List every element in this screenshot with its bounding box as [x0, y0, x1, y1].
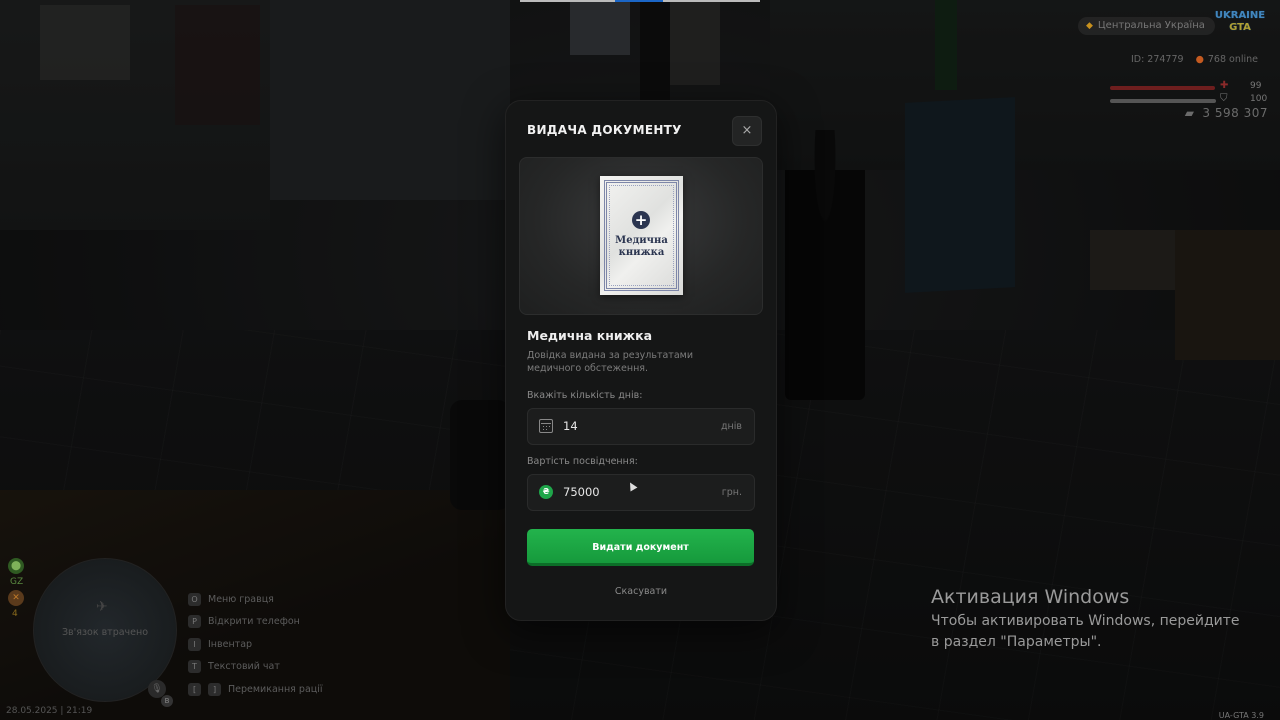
- game-version: UA-GTA 3.9: [1218, 711, 1264, 720]
- mouse-cursor-icon: [626, 480, 638, 492]
- region-badge: ◆ Центральна Україна: [1078, 17, 1215, 35]
- keybind-hints: O Меню гравця P Відкрити телефон I Інвен…: [188, 588, 323, 701]
- keybind-row: T Текстовий чат: [188, 656, 323, 679]
- datetime: 28.05.2025 | 21:19: [6, 706, 93, 716]
- days-value[interactable]: 14: [563, 419, 578, 433]
- health-stat: ✚ 99: [1110, 80, 1265, 94]
- keybind-label: Меню гравця: [208, 593, 274, 605]
- key-cap: [: [188, 682, 201, 696]
- cancel-button[interactable]: Скасувати: [506, 586, 776, 597]
- no-signal-icon: ✈: [96, 599, 108, 615]
- shield-icon: ⛉: [1220, 93, 1228, 104]
- windows-activation-watermark: Активация Windows Чтобы активировать Win…: [931, 585, 1241, 653]
- keybind-row: I Інвентар: [188, 633, 323, 656]
- keybind-label: Інвентар: [208, 638, 253, 650]
- key-cap: ]: [208, 682, 221, 696]
- keybind-label: Перемикання рації: [228, 683, 323, 695]
- issue-document-modal: ВИДАЧА ДОКУМЕНТУ × + Медична книжка Меди…: [505, 100, 777, 621]
- top-progress-bar: [520, 0, 760, 2]
- keybind-row: O Меню гравця: [188, 588, 323, 611]
- days-unit: днів: [720, 421, 742, 432]
- armor-bar: [1110, 99, 1216, 103]
- online-count: 768 online: [1207, 54, 1258, 65]
- document-preview: + Медична книжка: [519, 157, 763, 315]
- medical-cross-icon: +: [632, 211, 650, 229]
- keybind-row: P Відкрити телефон: [188, 611, 323, 634]
- modal-title: ВИДАЧА ДОКУМЕНТУ: [527, 123, 682, 137]
- hryvnia-coin-icon: ₴: [539, 485, 553, 499]
- online-dot-icon: ●: [1195, 54, 1204, 65]
- keybind-label: Текстовий чат: [208, 661, 280, 673]
- price-value[interactable]: 75000: [563, 485, 600, 499]
- days-input[interactable]: 14 днів: [527, 408, 755, 445]
- money-display: ▰ 3 598 307: [1185, 106, 1268, 120]
- days-label: Вкажіть кількість днів:: [527, 390, 643, 401]
- location-pin-icon: ◆: [1086, 21, 1093, 31]
- health-cross-icon: ✚: [1220, 80, 1229, 91]
- wanted-count: 4: [12, 609, 18, 619]
- player-id: ID: 274779: [1130, 54, 1184, 65]
- region-label: Центральна Україна: [1097, 20, 1205, 31]
- health-bar: [1110, 86, 1215, 90]
- key-cap: T: [188, 660, 201, 674]
- armor-value: 100: [1250, 94, 1268, 104]
- price-input[interactable]: ₴ 75000 грн.: [527, 474, 755, 511]
- keybind-label: Відкрити телефон: [208, 616, 300, 628]
- activation-subtitle: Чтобы активировать Windows, перейдите в …: [931, 613, 1240, 650]
- server-logo: UKRAINE GTA: [1214, 10, 1266, 38]
- keybind-row: [ ] Перемикання рації: [188, 678, 323, 701]
- gangzone-icon: ⬤: [8, 558, 24, 574]
- health-value: 99: [1250, 81, 1262, 91]
- document-card-title: Медична книжка: [615, 235, 668, 258]
- document-description: Довідка видана за результатами медичного…: [527, 350, 693, 374]
- calendar-icon: [539, 419, 553, 433]
- document-card: + Медична книжка: [600, 176, 683, 295]
- close-button[interactable]: ×: [732, 116, 762, 146]
- key-cap: I: [188, 637, 201, 651]
- issue-document-button[interactable]: Видати документ: [527, 529, 754, 566]
- price-unit: грн.: [721, 487, 742, 498]
- player-info: ID: 274779 ● 768 online: [1131, 54, 1258, 65]
- logo-bottom-text: GTA: [1229, 22, 1251, 33]
- wanted-icon: ✕: [8, 590, 24, 606]
- gangzone-label: GZ: [10, 577, 24, 587]
- activation-title: Активация Windows: [931, 586, 1130, 608]
- price-label: Вартість посвідчення:: [527, 456, 638, 467]
- minimap-status: Зв'язок втрачено: [61, 627, 149, 638]
- money-value: 3 598 307: [1202, 106, 1268, 120]
- voice-key-icon: B: [161, 695, 173, 707]
- key-cap: P: [188, 615, 201, 629]
- wallet-icon: ▰: [1184, 106, 1195, 120]
- status-icons: ⬤ GZ ✕ 4: [8, 558, 28, 619]
- key-cap: O: [188, 592, 201, 606]
- logo-top-text: UKRAINE: [1214, 10, 1266, 21]
- document-name: Медична книжка: [527, 328, 653, 343]
